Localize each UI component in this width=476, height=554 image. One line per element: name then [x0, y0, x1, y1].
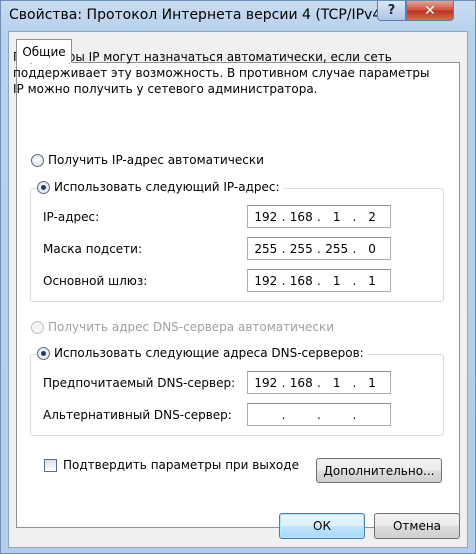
octet-separator: .: [352, 375, 357, 390]
tab-general[interactable]: Общие: [16, 39, 72, 63]
advanced-button[interactable]: Дополнительно...: [316, 458, 442, 483]
subnet-mask-label: Маска подсети:: [43, 242, 143, 256]
preferred-dns-octet-2: 168: [289, 375, 313, 390]
octet-separator: .: [352, 407, 357, 422]
subnet-mask-octet-4: 0: [368, 241, 376, 256]
ip-auto-radio[interactable]: [31, 153, 44, 167]
preferred-dns-octet-1: 192: [254, 375, 278, 390]
ok-button[interactable]: ОК: [279, 513, 365, 539]
octet-separator: .: [352, 209, 357, 224]
octet-separator: .: [317, 407, 321, 422]
gateway-octet-3: 1: [332, 273, 341, 288]
validate-on-exit-checkbox[interactable]: [44, 458, 57, 472]
gateway-octet-4: 1: [368, 273, 376, 288]
ip-address-octet-3: 1: [332, 209, 341, 224]
ip-manual-option[interactable]: Использовать следующий IP-адрес:: [37, 180, 283, 194]
gateway-octet-2: 168: [289, 273, 313, 288]
ip-manual-radio[interactable]: [37, 180, 50, 194]
ip-auto-label: Получить IP-адрес автоматически: [48, 153, 264, 167]
ip-address-octet-4: 2: [368, 209, 376, 224]
octet-separator: .: [281, 407, 286, 422]
title-bar[interactable]: Свойства: Протокол Интернета версии 4 (T…: [1, 1, 475, 31]
dns-manual-label: Использовать следующие адреса DNS-сервер…: [54, 346, 364, 360]
help-icon: ?: [387, 3, 396, 18]
dns-manual-option[interactable]: Использовать следующие адреса DNS-сервер…: [37, 346, 367, 360]
dns-auto-label: Получить адрес DNS-сервера автоматически: [48, 320, 335, 334]
alternate-dns-input[interactable]: . . .: [247, 403, 391, 426]
ip-auto-option[interactable]: Получить IP-адрес автоматически: [31, 153, 267, 167]
validate-on-exit-label: Подтвердить параметры при выходе: [63, 458, 299, 472]
dns-auto-option: Получить адрес DNS-сервера автоматически: [31, 320, 338, 334]
gateway-input[interactable]: 192. 168. 1. 1: [247, 269, 391, 292]
subnet-mask-octet-3: 255: [325, 241, 349, 256]
gateway-octet-1: 192: [254, 273, 278, 288]
preferred-dns-input[interactable]: 192. 168. 1. 1: [247, 371, 391, 394]
help-button[interactable]: ?: [377, 1, 406, 21]
preferred-dns-octet-4: 1: [368, 375, 376, 390]
ip-address-label: IP-адрес:: [43, 210, 100, 224]
ip-address-input[interactable]: 192. 168. 1. 2: [247, 205, 391, 228]
octet-separator: .: [281, 375, 286, 390]
subnet-mask-octet-1: 255: [254, 241, 278, 256]
dialog-window: Свойства: Протокол Интернета версии 4 (T…: [0, 0, 476, 554]
octet-separator: .: [281, 241, 286, 256]
dns-auto-radio: [31, 320, 44, 334]
gateway-label: Основной шлюз:: [43, 274, 148, 288]
subnet-mask-octet-2: 255: [289, 241, 313, 256]
subnet-mask-input[interactable]: 255. 255. 255. 0: [247, 237, 391, 260]
octet-separator: .: [281, 273, 286, 288]
octet-separator: .: [281, 209, 286, 224]
ip-manual-label: Использовать следующий IP-адрес:: [54, 180, 280, 194]
octet-separator: .: [317, 241, 321, 256]
octet-separator: .: [317, 209, 321, 224]
ip-address-octet-1: 192: [254, 209, 278, 224]
octet-separator: .: [352, 241, 357, 256]
octet-separator: .: [352, 273, 357, 288]
description-text: Параметры IP могут назначаться автоматич…: [13, 50, 430, 96]
preferred-dns-octet-3: 1: [332, 375, 341, 390]
close-button[interactable]: ✕: [406, 1, 454, 21]
tab-general-label: Общие: [22, 44, 66, 59]
preferred-dns-label: Предпочитаемый DNS-сервер:: [43, 376, 236, 390]
alternate-dns-label: Альтернативный DNS-сервер:: [43, 408, 232, 422]
close-icon: ✕: [424, 2, 436, 19]
validate-on-exit-option[interactable]: Подтвердить параметры при выходе: [44, 458, 299, 472]
cancel-button[interactable]: Отмена: [374, 513, 460, 539]
octet-separator: .: [317, 273, 321, 288]
ip-address-octet-2: 168: [289, 209, 313, 224]
dns-manual-radio[interactable]: [37, 346, 50, 360]
window-title: Свойства: Протокол Интернета версии 4 (T…: [9, 7, 387, 23]
octet-separator: .: [317, 375, 321, 390]
